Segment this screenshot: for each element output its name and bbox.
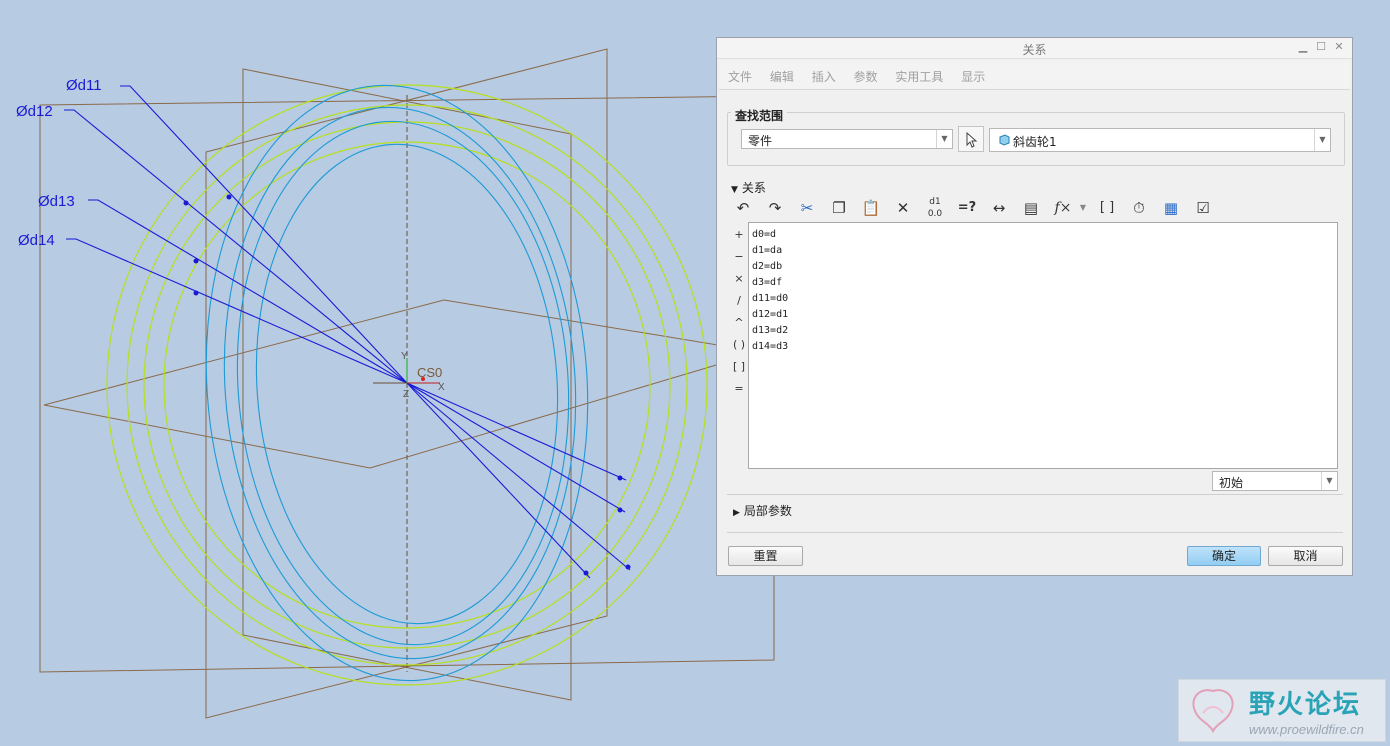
paste-icon[interactable]: 📋: [859, 196, 883, 220]
menu-insert[interactable]: 插入: [812, 68, 836, 85]
dim-label-d11[interactable]: Ød11: [66, 77, 102, 94]
relations-section-label: 关系: [741, 181, 766, 195]
relation-line: d1=da: [752, 245, 783, 256]
op-minus[interactable]: −: [731, 246, 747, 268]
triangle-down-icon: ▼: [731, 185, 738, 195]
relation-line: d14=d3: [752, 341, 789, 352]
scope-object-value: 斜齿轮1: [1013, 135, 1057, 149]
show-dimensions-icon[interactable]: d1 0.0: [923, 196, 947, 220]
relation-line: d11=d0: [752, 293, 789, 304]
dialog-title: 关系: [1022, 43, 1047, 57]
maximize-icon[interactable]: ☐: [1314, 40, 1328, 54]
copy-icon[interactable]: ❐: [827, 196, 851, 220]
local-params-section-header[interactable]: ▶ 局部参数: [733, 502, 792, 519]
menu-display[interactable]: 显示: [961, 68, 985, 85]
delete-icon[interactable]: ✕: [891, 196, 915, 220]
scope-label: 查找范围: [731, 107, 788, 124]
op-power[interactable]: ^: [731, 312, 747, 334]
operator-palette: + − × / ^ ( ) [ ] =: [731, 224, 747, 400]
part-icon: [999, 134, 1010, 146]
reset-button[interactable]: 重置: [728, 546, 803, 566]
select-object-button[interactable]: [958, 126, 984, 152]
divider: [727, 532, 1343, 533]
divider: [727, 494, 1343, 495]
op-multiply[interactable]: ×: [731, 268, 747, 290]
undo-icon[interactable]: ↶: [731, 196, 755, 220]
dimension-labels: Ød11 Ød12 Ød13 Ød14: [16, 77, 102, 249]
relation-line: d3=df: [752, 277, 783, 288]
relations-editor[interactable]: d0=d d1=da d2=db d3=df d11=d0 d12=d1 d13…: [748, 222, 1338, 469]
redo-icon[interactable]: ↷: [763, 196, 787, 220]
local-params-label: 局部参数: [743, 504, 792, 518]
scope-type-select[interactable]: 零件 ▼: [741, 129, 953, 149]
local-params-icon[interactable]: ▦: [1159, 196, 1183, 220]
op-parentheses[interactable]: ( ): [731, 334, 747, 356]
relations-dialog[interactable]: 关系 ▁ ☐ ✕ 文件 编辑 插入 参数 实用工具 显示 查找范围 零件 ▼ 斜…: [716, 37, 1353, 576]
dialog-titlebar[interactable]: 关系 ▁ ☐ ✕: [717, 38, 1352, 59]
units-select[interactable]: 初始 ▼: [1212, 471, 1338, 491]
close-icon[interactable]: ✕: [1332, 40, 1346, 54]
watermark-url: www.proewildfire.cn: [1249, 722, 1364, 737]
axis-label-x: X: [438, 382, 445, 393]
minimize-icon[interactable]: ▁: [1296, 40, 1310, 54]
scope-type-value: 零件: [748, 134, 773, 148]
verify-icon[interactable]: ☑: [1191, 196, 1215, 220]
menu-parameters[interactable]: 参数: [854, 68, 878, 85]
chevron-down-icon: ▼: [936, 130, 952, 148]
relation-line: d2=db: [752, 261, 783, 272]
dim-label-d13[interactable]: Ød13: [38, 193, 75, 210]
chevron-down-icon: ▼: [1321, 472, 1337, 490]
op-plus[interactable]: +: [731, 224, 747, 246]
measure-icon[interactable]: ↔: [987, 196, 1011, 220]
ok-button[interactable]: 确定: [1187, 546, 1261, 566]
wildfire-logo-icon: [1192, 689, 1234, 734]
relations-section-header[interactable]: ▼ 关系: [731, 179, 766, 196]
axis-label-z: Z: [403, 389, 409, 400]
show-dimensions-text: d1: [929, 197, 941, 207]
units-value: 初始: [1219, 476, 1244, 490]
menu-utilities[interactable]: 实用工具: [895, 68, 943, 85]
op-divide[interactable]: /: [731, 290, 747, 312]
forum-watermark: 野火论坛 www.proewildfire.cn: [1178, 679, 1386, 742]
chevron-down-icon: ▼: [1314, 129, 1330, 151]
cut-icon[interactable]: ✂: [795, 196, 819, 220]
op-brackets[interactable]: [ ]: [731, 356, 747, 378]
relation-line: d12=d1: [752, 309, 789, 320]
sort-relations-icon[interactable]: ⏱: [1127, 196, 1151, 220]
watermark-title: 野火论坛: [1249, 690, 1362, 720]
brackets-icon[interactable]: [ ]: [1095, 196, 1119, 220]
analysis-icon[interactable]: ▤: [1019, 196, 1043, 220]
dim-label-d12[interactable]: Ød12: [16, 103, 53, 120]
relation-line: d0=d: [752, 229, 777, 240]
cs-label: CS0: [417, 365, 442, 380]
scope-object-select[interactable]: 斜齿轮1 ▼: [989, 128, 1331, 152]
cursor-arrow-icon: [966, 131, 978, 148]
chevron-down-icon[interactable]: ▼: [1071, 196, 1095, 220]
axis-label-y: Y: [401, 351, 408, 362]
triangle-right-icon: ▶: [733, 508, 740, 518]
menu-file[interactable]: 文件: [728, 68, 752, 85]
menu-edit[interactable]: 编辑: [770, 68, 794, 85]
menu-bar: 文件 编辑 插入 参数 实用工具 显示: [719, 61, 1350, 90]
dim-label-d14[interactable]: Ød14: [18, 232, 55, 249]
evaluate-icon[interactable]: =?: [955, 196, 979, 220]
relation-line: d13=d2: [752, 325, 789, 336]
op-equals[interactable]: =: [731, 378, 747, 400]
cancel-button[interactable]: 取消: [1268, 546, 1343, 566]
